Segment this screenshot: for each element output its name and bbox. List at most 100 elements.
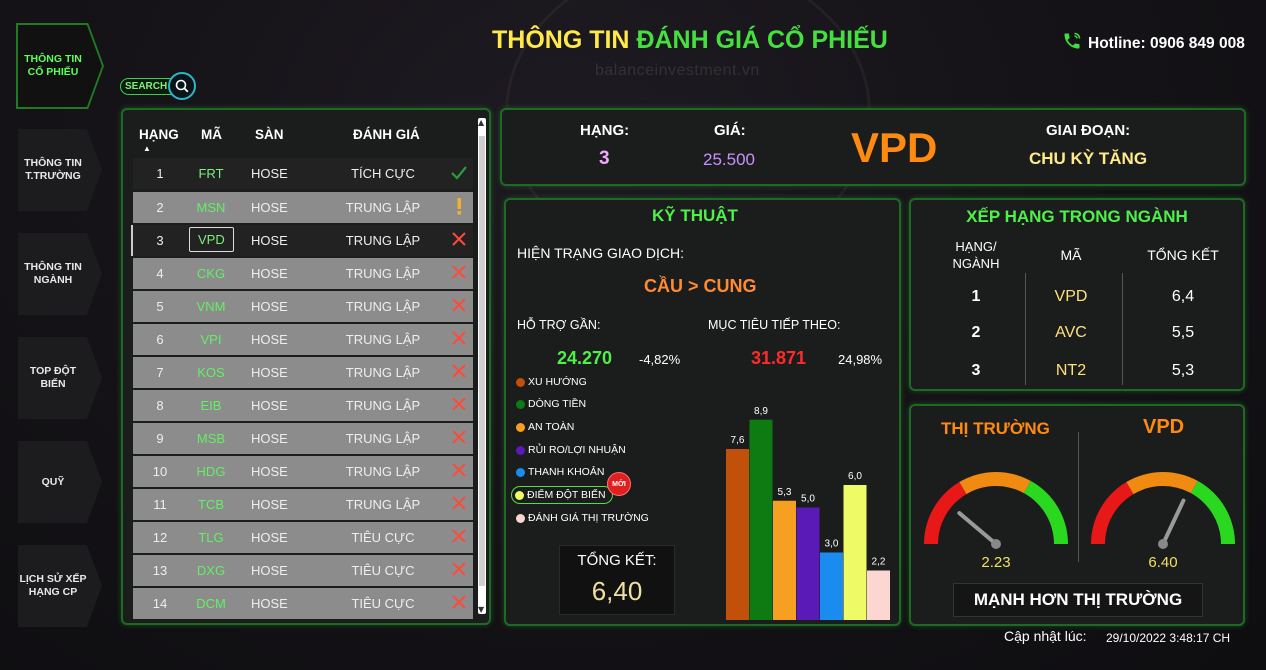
chart-bar[interactable] (726, 449, 749, 620)
cell-code[interactable]: VNM (191, 299, 231, 314)
nav-item[interactable]: THÔNG TIN T.TRƯỜNG (18, 129, 102, 211)
legend-swatch (516, 513, 525, 523)
chart-bar[interactable] (773, 500, 796, 620)
rank-label: HẠNG: (580, 122, 630, 139)
table-row[interactable]: 6 VPI HOSE TRUNG LẬP (133, 324, 473, 355)
cell-code[interactable]: CKG (191, 266, 231, 281)
cell-code[interactable]: TLG (191, 530, 231, 545)
industry-total: 5,3 (1171, 362, 1195, 379)
legend-item[interactable]: ĐÁNH GIÁ THỊ TRƯỜNG (516, 512, 649, 524)
ticker-symbol: VPD (851, 124, 938, 171)
technical-panel: KỸ THUẬT HIỆN TRẠNG GIAO DỊCH: CẦU > CUN… (504, 198, 901, 626)
bar-value-label: 8,9 (754, 406, 768, 417)
table-row[interactable]: 2 MSN HOSE TRUNG LẬP (133, 192, 473, 223)
scrollbar-thumb[interactable] (479, 136, 485, 586)
cell-rating: TRUNG LẬP (345, 398, 421, 413)
bar-value-label: 5,3 (778, 487, 792, 498)
cell-code[interactable]: KOS (191, 365, 231, 380)
cross-icon (449, 328, 469, 348)
sort-asc-icon: ▲ (143, 144, 151, 153)
table-row[interactable]: 14 DCM HOSE TIÊU CỰC (133, 588, 473, 619)
table-row[interactable]: 11 TCB HOSE TRUNG LẬP (133, 489, 473, 520)
cross-icon (449, 427, 469, 447)
table-row[interactable]: 13 DXG HOSE TIÊU CỰC (133, 555, 473, 586)
gauge-segment (1126, 472, 1198, 495)
legend-label: RỦI RO/LỢI NHUẬN (528, 444, 626, 456)
legend-item[interactable]: RỦI RO/LỢI NHUẬN (516, 444, 626, 456)
industry-total: 5,5 (1171, 324, 1195, 341)
page-title: THÔNG TIN ĐÁNH GIÁ CỔ PHIẾU (492, 26, 888, 54)
cell-rating: TRUNG LẬP (345, 497, 421, 512)
cell-code[interactable]: FRT (191, 166, 231, 181)
legend-item[interactable]: ĐIỂM ĐỘT BIẾN (511, 486, 613, 504)
legend-item[interactable]: XU HƯỚNG (516, 376, 587, 388)
market-conclusion: MẠNH HƠN THỊ TRƯỜNG (953, 583, 1203, 617)
market-comparison-panel: THỊ TRƯỜNG VPD 2.23 6.40 MẠNH HƠN THỊ TR… (909, 404, 1245, 626)
table-row[interactable]: 5 VNM HOSE TRUNG LẬP (133, 291, 473, 322)
col-rank-header[interactable]: HẠNG (139, 127, 179, 142)
cell-exchange: HOSE (251, 266, 288, 281)
cell-code[interactable]: TCB (191, 497, 231, 512)
cell-code[interactable]: MSN (191, 200, 231, 215)
nav-item[interactable]: TOP ĐỘT BIẾN (18, 337, 102, 419)
search-button[interactable]: SEARCH (120, 72, 197, 100)
chart-bar[interactable] (820, 552, 843, 621)
table-row[interactable]: 9 MSB HOSE TRUNG LẬP (133, 423, 473, 454)
cell-code[interactable]: DCM (191, 596, 231, 611)
cell-code[interactable]: HDG (191, 464, 231, 479)
col-exchange-header[interactable]: SÀN (255, 127, 284, 142)
legend-item[interactable]: THANH KHOẢN (516, 466, 604, 478)
table-row[interactable]: 12 TLG HOSE TIÊU CỰC (133, 522, 473, 553)
nav-item[interactable]: QUỸ (18, 441, 102, 523)
cell-code[interactable]: DXG (191, 563, 231, 578)
col-rating-header[interactable]: ĐÁNH GIÁ (353, 127, 420, 142)
scroll-up-icon[interactable]: ▲ (478, 118, 484, 127)
cell-exchange: HOSE (251, 596, 288, 611)
support-pct: -4,82% (639, 352, 681, 367)
chart-bar[interactable] (796, 507, 820, 621)
table-row[interactable]: 4 CKG HOSE TRUNG LẬP (133, 258, 473, 289)
cell-code[interactable]: VPI (191, 332, 231, 347)
col-code-header[interactable]: MÃ (201, 127, 222, 142)
chart-bar[interactable] (843, 485, 867, 620)
cell-rating: TÍCH CỰC (351, 166, 415, 181)
hotline-text: Hotline: 0906 849 008 (1088, 34, 1245, 52)
table-row[interactable]: 3 VPD HOSE TRUNG LẬP (131, 225, 473, 256)
cell-rating: TRUNG LẬP (345, 464, 421, 479)
table-row[interactable]: 1 FRT HOSE TÍCH CỰC (133, 158, 473, 189)
cell-rank: 10 (152, 464, 168, 479)
nav-item[interactable]: LỊCH SỬ XẾP HẠNG CP (18, 545, 102, 627)
cell-exchange: HOSE (251, 332, 288, 347)
table-row[interactable]: 10 HDG HOSE TRUNG LẬP (133, 456, 473, 487)
chart-bar[interactable] (749, 419, 773, 620)
stock-ranking-table: HẠNG ▲ MÃ SÀN ĐÁNH GIÁ 1 FRT HOSE TÍCH CỰC 2… (121, 108, 491, 625)
cell-code[interactable]: MSB (191, 431, 231, 446)
table-row[interactable]: 7 KOS HOSE TRUNG LẬP (133, 357, 473, 388)
nav-item[interactable]: THÔNG TIN CỔ PHIẾU (18, 25, 102, 107)
updated-label: Cập nhật lúc: (1004, 628, 1087, 644)
nav-item[interactable]: THÔNG TIN NGÀNH (18, 233, 102, 315)
target-value: 31.871 (751, 348, 807, 368)
legend-label: XU HƯỚNG (528, 376, 587, 388)
gauge-hub (991, 539, 1001, 549)
hotline[interactable]: Hotline: 0906 849 008 (1062, 31, 1245, 56)
industry-code: NT2 (1055, 362, 1087, 379)
cell-exchange: HOSE (251, 530, 288, 545)
updated-value: 29/10/2022 3:48:17 CH (1106, 631, 1231, 645)
legend-swatch (516, 399, 525, 409)
cell-code[interactable]: VPD (189, 227, 234, 252)
table-scrollbar[interactable]: ▲ ▼ (478, 118, 486, 614)
legend-item[interactable]: AN TOÀN (516, 421, 574, 433)
table-row[interactable]: 8 EIB HOSE TRUNG LẬP (133, 390, 473, 421)
legend-label: THANH KHOẢN (528, 466, 605, 478)
industry-code: VPD (1054, 288, 1088, 305)
divider (1078, 432, 1079, 562)
chart-bar[interactable] (867, 570, 890, 621)
cell-rating: TRUNG LẬP (345, 200, 421, 215)
cell-rating: TIÊU CỰC (351, 563, 415, 578)
cell-code[interactable]: EIB (191, 398, 231, 413)
legend-swatch (516, 467, 525, 477)
legend-item[interactable]: DÒNG TIỀN (516, 398, 586, 410)
cell-rating: TRUNG LẬP (345, 332, 421, 347)
scroll-down-icon[interactable]: ▼ (478, 605, 484, 614)
